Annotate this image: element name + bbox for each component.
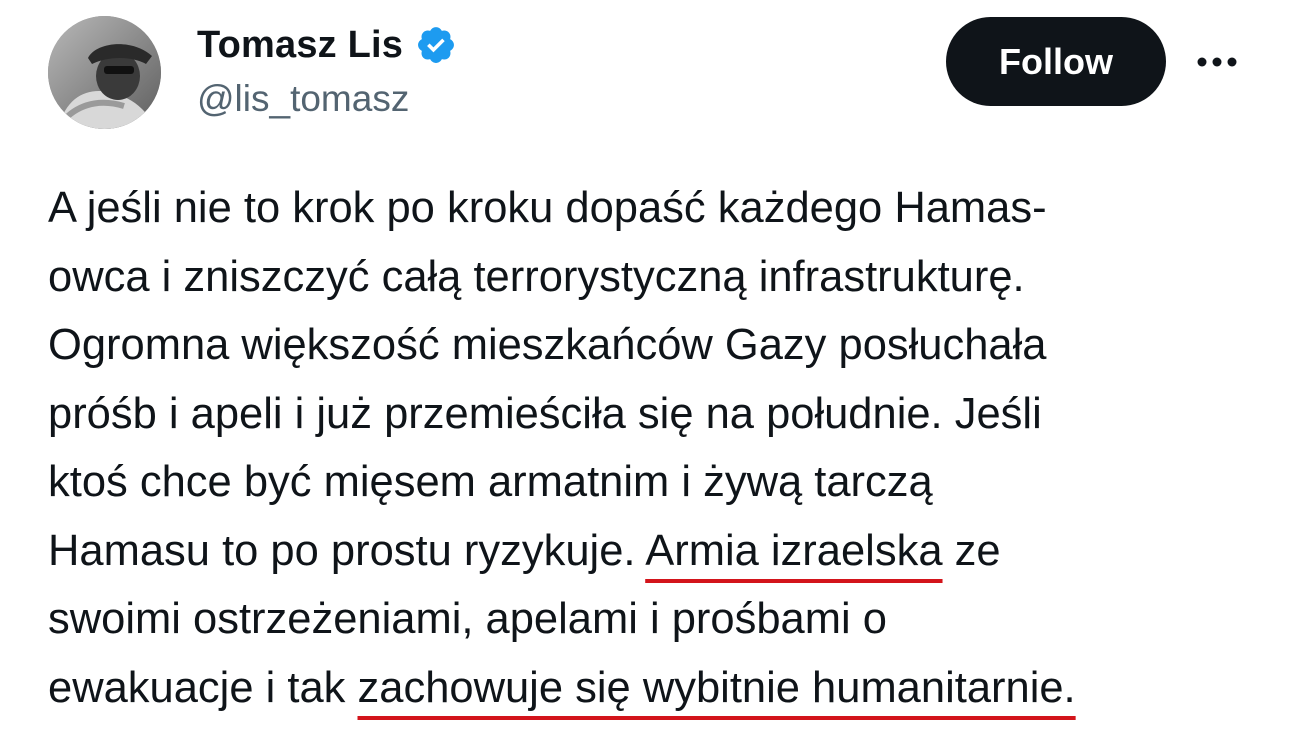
more-options-button[interactable] — [1193, 44, 1241, 80]
follow-button[interactable]: Follow — [946, 17, 1166, 106]
tweet-line-6-end: ze — [942, 526, 1001, 575]
author-name-row: Tomasz Lis — [197, 20, 457, 70]
author-display-name[interactable]: Tomasz Lis — [197, 24, 403, 67]
tweet-line-7: swoimi ostrzeżeniami, apelami i prośbami… — [48, 595, 887, 643]
underlined-phrase-humanitarnie: zachowuje się wybitnie humanitarnie. — [357, 663, 1076, 712]
tweet-line-2: owca i zniszczyć całą terrorystyczną inf… — [48, 252, 1025, 301]
avatar[interactable] — [48, 16, 161, 129]
tweet-line-6-start: Hamasu to po prostu ryzykuje. — [48, 526, 646, 575]
tweet-line-5: ktoś chce być mięsem armatnim i żywą tar… — [48, 458, 933, 506]
author-handle[interactable]: @lis_tomasz — [197, 78, 409, 120]
tweet-text: A jeśli nie to krok po kroku dopaść każd… — [48, 174, 1268, 722]
tweet-line-1: A jeśli nie to krok po kroku dopaść każd… — [48, 184, 1047, 232]
tweet-line-8-start: ewakuacje i tak — [48, 663, 358, 712]
tweet-line-3: Ogromna większość mieszkańców Gazy posłu… — [48, 321, 1047, 369]
verified-badge-icon[interactable] — [415, 24, 457, 66]
tweet-line-4: próśb i apeli i już przemieściła się na … — [48, 389, 1042, 438]
tweet-line-8: ewakuacje i tak zachowuje się wybitnie h… — [48, 654, 1268, 723]
underlined-phrase-armia-izraelska: Armia izraelska — [645, 526, 943, 575]
more-options-icon — [1197, 57, 1237, 67]
tweet-line-6: Hamasu to po prostu ryzykuje. Armia izra… — [48, 517, 1268, 586]
